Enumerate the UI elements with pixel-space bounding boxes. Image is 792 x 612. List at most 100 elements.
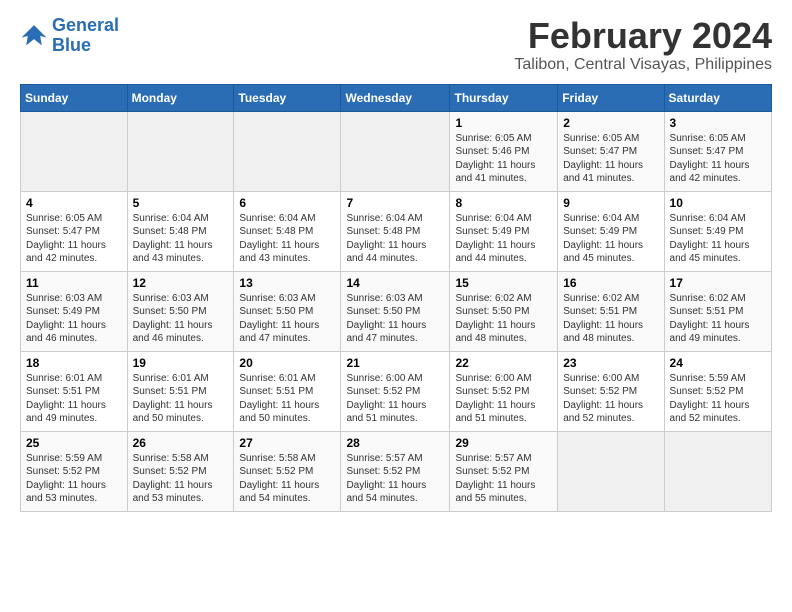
day-number: 27 <box>239 436 335 450</box>
day-number: 13 <box>239 276 335 290</box>
day-cell <box>234 111 341 191</box>
day-number: 8 <box>455 196 552 210</box>
logo-text: General Blue <box>52 16 119 56</box>
day-info: Sunrise: 6:05 AM Sunset: 5:47 PM Dayligh… <box>26 212 122 266</box>
day-cell: 5 Sunrise: 6:04 AM Sunset: 5:48 PM Daylig… <box>127 191 234 271</box>
week-row-2: 4 Sunrise: 6:05 AM Sunset: 5:47 PM Daylig… <box>21 191 772 271</box>
header-cell-saturday: Saturday <box>664 84 771 111</box>
day-number: 7 <box>346 196 444 210</box>
header-cell-sunday: Sunday <box>21 84 128 111</box>
day-cell: 2 Sunrise: 6:05 AM Sunset: 5:47 PM Daylig… <box>558 111 664 191</box>
day-number: 29 <box>455 436 552 450</box>
day-number: 5 <box>133 196 229 210</box>
day-cell: 8 Sunrise: 6:04 AM Sunset: 5:49 PM Daylig… <box>450 191 558 271</box>
header-cell-tuesday: Tuesday <box>234 84 341 111</box>
day-info: Sunrise: 6:02 AM Sunset: 5:50 PM Dayligh… <box>455 292 552 346</box>
day-cell: 16Sunrise: 6:02 AM Sunset: 5:51 PM Dayli… <box>558 271 664 351</box>
header-row: SundayMondayTuesdayWednesdayThursdayFrid… <box>21 84 772 111</box>
day-number: 24 <box>670 356 766 370</box>
day-info: Sunrise: 6:02 AM Sunset: 5:51 PM Dayligh… <box>670 292 766 346</box>
day-cell: 22 Sunrise: 6:00 AM Sunset: 5:52 PM Dayli… <box>450 351 558 431</box>
day-info: Sunrise: 6:05 AM Sunset: 5:47 PM Dayligh… <box>563 132 658 186</box>
day-cell: 15 Sunrise: 6:02 AM Sunset: 5:50 PM Dayli… <box>450 271 558 351</box>
day-info: Sunrise: 5:59 AM Sunset: 5:52 PM Dayligh… <box>670 372 766 426</box>
day-info: Sunrise: 6:03 AM Sunset: 5:50 PM Dayligh… <box>346 292 444 346</box>
day-info: Sunrise: 6:00 AM Sunset: 5:52 PM Dayligh… <box>455 372 552 426</box>
day-number: 23 <box>563 356 658 370</box>
day-number: 28 <box>346 436 444 450</box>
header-cell-wednesday: Wednesday <box>341 84 450 111</box>
header-cell-friday: Friday <box>558 84 664 111</box>
day-info: Sunrise: 6:04 AM Sunset: 5:49 PM Dayligh… <box>455 212 552 266</box>
day-number: 11 <box>26 276 122 290</box>
day-number: 12 <box>133 276 229 290</box>
day-info: Sunrise: 6:01 AM Sunset: 5:51 PM Dayligh… <box>26 372 122 426</box>
day-cell <box>21 111 128 191</box>
day-number: 6 <box>239 196 335 210</box>
day-info: Sunrise: 6:03 AM Sunset: 5:50 PM Dayligh… <box>239 292 335 346</box>
logo-icon <box>20 22 48 50</box>
header-cell-monday: Monday <box>127 84 234 111</box>
day-info: Sunrise: 6:05 AM Sunset: 5:47 PM Dayligh… <box>670 132 766 186</box>
day-cell: 18Sunrise: 6:01 AM Sunset: 5:51 PM Dayli… <box>21 351 128 431</box>
day-info: Sunrise: 6:04 AM Sunset: 5:48 PM Dayligh… <box>346 212 444 266</box>
day-number: 1 <box>455 116 552 130</box>
day-info: Sunrise: 6:00 AM Sunset: 5:52 PM Dayligh… <box>346 372 444 426</box>
day-info: Sunrise: 5:59 AM Sunset: 5:52 PM Dayligh… <box>26 452 122 506</box>
day-number: 15 <box>455 276 552 290</box>
day-info: Sunrise: 6:04 AM Sunset: 5:48 PM Dayligh… <box>133 212 229 266</box>
day-number: 19 <box>133 356 229 370</box>
day-info: Sunrise: 5:57 AM Sunset: 5:52 PM Dayligh… <box>455 452 552 506</box>
day-number: 16 <box>563 276 658 290</box>
day-number: 10 <box>670 196 766 210</box>
day-info: Sunrise: 5:57 AM Sunset: 5:52 PM Dayligh… <box>346 452 444 506</box>
calendar-header: SundayMondayTuesdayWednesdayThursdayFrid… <box>21 84 772 111</box>
day-cell: 21 Sunrise: 6:00 AM Sunset: 5:52 PM Dayli… <box>341 351 450 431</box>
day-number: 9 <box>563 196 658 210</box>
day-cell: 3 Sunrise: 6:05 AM Sunset: 5:47 PM Daylig… <box>664 111 771 191</box>
day-cell: 10 Sunrise: 6:04 AM Sunset: 5:49 PM Dayli… <box>664 191 771 271</box>
week-row-4: 18Sunrise: 6:01 AM Sunset: 5:51 PM Dayli… <box>21 351 772 431</box>
month-title: February 2024 <box>514 16 772 56</box>
day-cell: 13 Sunrise: 6:03 AM Sunset: 5:50 PM Dayli… <box>234 271 341 351</box>
day-cell: 24 Sunrise: 5:59 AM Sunset: 5:52 PM Dayli… <box>664 351 771 431</box>
day-number: 21 <box>346 356 444 370</box>
day-info: Sunrise: 5:58 AM Sunset: 5:52 PM Dayligh… <box>133 452 229 506</box>
day-info: Sunrise: 6:01 AM Sunset: 5:51 PM Dayligh… <box>133 372 229 426</box>
day-cell: 29 Sunrise: 5:57 AM Sunset: 5:52 PM Dayli… <box>450 431 558 511</box>
day-number: 17 <box>670 276 766 290</box>
day-cell <box>127 111 234 191</box>
calendar-body: 1Sunrise: 6:05 AM Sunset: 5:46 PM Daylig… <box>21 111 772 511</box>
day-number: 14 <box>346 276 444 290</box>
header: General Blue February 2024 Talibon, Cent… <box>20 16 772 74</box>
day-cell: 19 Sunrise: 6:01 AM Sunset: 5:51 PM Dayli… <box>127 351 234 431</box>
day-cell: 4 Sunrise: 6:05 AM Sunset: 5:47 PM Daylig… <box>21 191 128 271</box>
day-cell <box>341 111 450 191</box>
day-cell: 6Sunrise: 6:04 AM Sunset: 5:48 PM Daylig… <box>234 191 341 271</box>
day-info: Sunrise: 6:03 AM Sunset: 5:50 PM Dayligh… <box>133 292 229 346</box>
day-cell: 9 Sunrise: 6:04 AM Sunset: 5:49 PM Daylig… <box>558 191 664 271</box>
day-cell <box>664 431 771 511</box>
day-info: Sunrise: 5:58 AM Sunset: 5:52 PM Dayligh… <box>239 452 335 506</box>
day-number: 2 <box>563 116 658 130</box>
calendar-table: SundayMondayTuesdayWednesdayThursdayFrid… <box>20 84 772 512</box>
day-cell: 14 Sunrise: 6:03 AM Sunset: 5:50 PM Dayli… <box>341 271 450 351</box>
day-info: Sunrise: 6:04 AM Sunset: 5:49 PM Dayligh… <box>563 212 658 266</box>
day-number: 4 <box>26 196 122 210</box>
day-info: Sunrise: 6:04 AM Sunset: 5:49 PM Dayligh… <box>670 212 766 266</box>
day-cell: 25 Sunrise: 5:59 AM Sunset: 5:52 PM Dayli… <box>21 431 128 511</box>
day-number: 26 <box>133 436 229 450</box>
week-row-1: 1Sunrise: 6:05 AM Sunset: 5:46 PM Daylig… <box>21 111 772 191</box>
day-cell: 27 Sunrise: 5:58 AM Sunset: 5:52 PM Dayli… <box>234 431 341 511</box>
day-cell: 1Sunrise: 6:05 AM Sunset: 5:46 PM Daylig… <box>450 111 558 191</box>
day-number: 20 <box>239 356 335 370</box>
day-cell: 26 Sunrise: 5:58 AM Sunset: 5:52 PM Dayli… <box>127 431 234 511</box>
day-number: 3 <box>670 116 766 130</box>
header-cell-thursday: Thursday <box>450 84 558 111</box>
day-info: Sunrise: 6:01 AM Sunset: 5:51 PM Dayligh… <box>239 372 335 426</box>
day-cell: 23Sunrise: 6:00 AM Sunset: 5:52 PM Dayli… <box>558 351 664 431</box>
title-area: February 2024 Talibon, Central Visayas, … <box>514 16 772 74</box>
logo: General Blue <box>20 16 119 56</box>
day-number: 25 <box>26 436 122 450</box>
day-number: 22 <box>455 356 552 370</box>
